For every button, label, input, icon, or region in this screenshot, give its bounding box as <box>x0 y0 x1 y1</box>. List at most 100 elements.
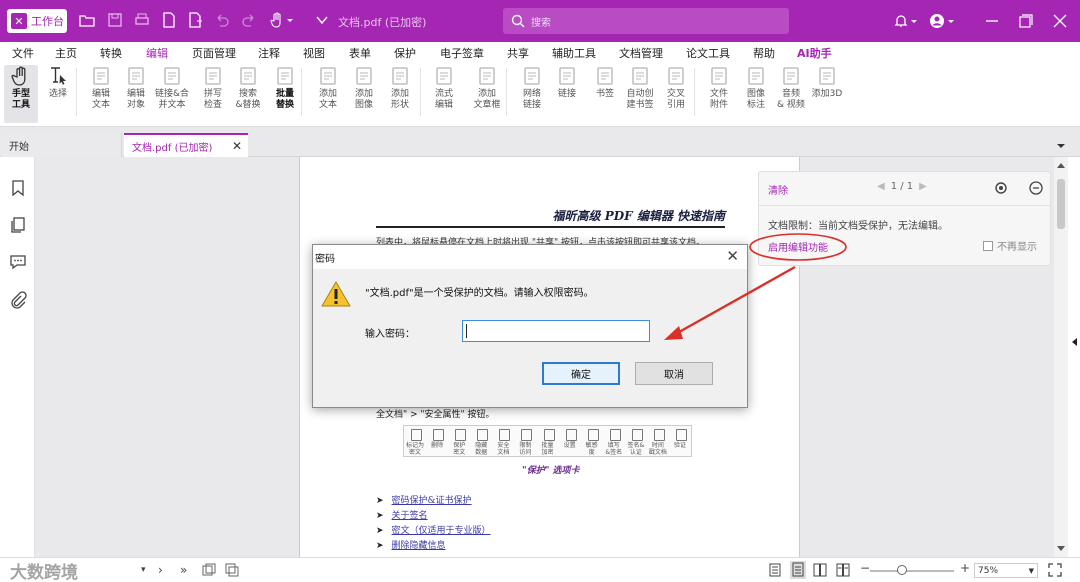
ribbon-button[interactable]: 书签 <box>589 65 621 100</box>
zoom-out-icon[interactable]: − <box>860 561 870 575</box>
ribbon-button[interactable]: 交叉 引用 <box>660 65 692 111</box>
ribbon-button[interactable]: 音频 & 视频 <box>775 65 807 111</box>
open-folder-icon[interactable] <box>78 11 96 29</box>
doc-link[interactable]: ➤ 关于签名 <box>376 508 428 521</box>
attachments-panel-icon[interactable] <box>9 291 27 309</box>
fullscreen-icon[interactable] <box>1048 563 1062 577</box>
collapse-icon[interactable] <box>1028 180 1044 196</box>
clear-button[interactable]: 清除 <box>768 182 788 197</box>
ribbon-button[interactable]: 添加3D <box>811 65 843 100</box>
menu-item[interactable]: 编辑 <box>146 45 168 65</box>
checkbox-box[interactable] <box>983 240 993 251</box>
dont-show-again-checkbox[interactable]: 不再显示 <box>983 238 1037 253</box>
menu-item[interactable]: AI助手 <box>797 45 832 61</box>
next-view-icon[interactable] <box>225 563 239 577</box>
menu-item[interactable]: 转换 <box>100 45 122 61</box>
redo-icon[interactable] <box>240 11 258 29</box>
zoom-in-icon[interactable]: + <box>960 561 970 575</box>
menu-item[interactable]: 帮助 <box>753 45 775 61</box>
ok-button[interactable]: 确定 <box>542 362 620 385</box>
scroll-up-icon[interactable] <box>1057 162 1065 168</box>
ribbon-button[interactable]: 自动创 建书签 <box>624 65 656 111</box>
tab-document[interactable]: 文档.pdf (已加密) ✕ <box>124 133 248 157</box>
ribbon-button[interactable]: 链接&合 并文本 <box>155 65 189 111</box>
menu-item[interactable]: 电子签章 <box>440 45 484 61</box>
hand-tool-icon[interactable] <box>268 11 286 29</box>
ribbon-button[interactable]: 选择 <box>42 65 74 100</box>
tab-start[interactable]: 开始 <box>1 133 122 157</box>
single-page-view-icon[interactable] <box>768 563 782 577</box>
pages-panel-icon[interactable] <box>9 216 27 234</box>
ribbon-button[interactable]: 流式 编辑 <box>428 65 460 111</box>
next-icon[interactable]: ▶ <box>919 181 927 192</box>
gear-icon[interactable] <box>993 180 1009 196</box>
ribbon-button[interactable]: 链接 <box>551 65 583 100</box>
ribbon-button[interactable]: 添加 形状 <box>384 65 416 111</box>
cancel-button[interactable]: 取消 <box>635 362 713 385</box>
restore-icon[interactable] <box>1015 10 1037 32</box>
zoom-select[interactable]: 75% ▼ <box>974 563 1038 578</box>
vertical-scrollbar[interactable] <box>1054 157 1068 557</box>
menu-item[interactable]: 主页 <box>55 45 77 61</box>
password-input[interactable] <box>462 320 650 342</box>
bell-menu-icon[interactable] <box>908 10 920 32</box>
menu-item[interactable]: 共享 <box>507 45 529 61</box>
close-window-icon[interactable] <box>1049 10 1071 32</box>
save-icon[interactable] <box>106 11 124 29</box>
doc-link[interactable]: ➤ 删除隐藏信息 <box>376 538 446 551</box>
menu-item[interactable]: 视图 <box>303 45 325 61</box>
chevron-down-icon[interactable] <box>285 11 295 29</box>
next-page-icon[interactable]: › <box>158 563 163 577</box>
menu-item[interactable]: 注释 <box>258 45 280 61</box>
ribbon-button[interactable]: 编辑 文本 <box>85 65 117 111</box>
search-placeholder: 搜索 <box>531 17 551 29</box>
menu-item[interactable]: 页面管理 <box>192 45 236 61</box>
ribbon-button[interactable]: 拼写 检查 <box>197 65 229 111</box>
zoom-slider-knob[interactable] <box>897 565 907 575</box>
menu-item[interactable]: 论文工具 <box>686 45 730 61</box>
close-dialog-icon[interactable]: ✕ <box>726 247 739 265</box>
tabs-menu-icon[interactable] <box>1056 140 1066 153</box>
ribbon-button[interactable]: 添加 文章框 <box>471 65 503 111</box>
ribbon-button[interactable]: 手型 工具 <box>4 65 38 123</box>
new-doc-icon[interactable] <box>160 11 178 29</box>
last-page-icon[interactable]: » <box>180 563 187 577</box>
ribbon-button[interactable]: 文件 附件 <box>703 65 735 111</box>
page-menu-icon[interactable]: ▾ <box>141 565 146 575</box>
two-page-continuous-icon[interactable] <box>836 563 850 577</box>
menu-item[interactable]: 文档管理 <box>619 45 663 61</box>
zoom-slider[interactable] <box>870 570 954 572</box>
menu-item[interactable]: 文件 <box>12 45 34 61</box>
workbench-button[interactable]: ✕ 工作台 <box>7 9 67 33</box>
comments-panel-icon[interactable] <box>9 253 27 271</box>
scroll-thumb[interactable] <box>1057 179 1065 229</box>
prev-view-icon[interactable] <box>202 563 216 577</box>
doc-link[interactable]: ➤ 密文（仅适用于专业版） <box>376 523 491 536</box>
menu-item[interactable]: 辅助工具 <box>552 45 596 61</box>
account-menu-icon[interactable] <box>945 10 957 32</box>
minimize-icon[interactable] <box>981 10 1003 32</box>
ribbon-button[interactable]: 编辑 对象 <box>120 65 152 111</box>
prev-icon[interactable]: ◀ <box>877 181 885 192</box>
menu-item[interactable]: 表单 <box>349 45 371 61</box>
doc-link[interactable]: ➤ 密码保护&证书保护 <box>376 493 472 506</box>
enable-editing-link[interactable]: 启用编辑功能 <box>768 239 828 254</box>
search-box[interactable]: 搜索 <box>503 8 789 34</box>
add-page-icon[interactable] <box>186 11 204 29</box>
ribbon-button[interactable]: 批量 替换 <box>269 65 301 111</box>
close-tab-icon[interactable]: ✕ <box>232 139 242 153</box>
ribbon-button[interactable]: 搜索 &替换 <box>232 65 264 111</box>
bookmark-panel-icon[interactable] <box>9 179 27 197</box>
ribbon-button[interactable]: 添加 文本 <box>312 65 344 111</box>
print-icon[interactable] <box>133 11 151 29</box>
undo-icon[interactable] <box>213 11 231 29</box>
scroll-down-icon[interactable] <box>1057 546 1065 552</box>
dropdown-icon[interactable] <box>313 11 331 29</box>
continuous-view-icon[interactable] <box>790 561 806 579</box>
ribbon-button[interactable]: 图像 标注 <box>740 65 772 111</box>
ribbon-button[interactable]: 添加 图像 <box>348 65 380 111</box>
two-page-view-icon[interactable] <box>813 563 827 577</box>
menu-item[interactable]: 保护 <box>394 45 416 61</box>
ribbon-button[interactable]: 网络 链接 <box>516 65 548 111</box>
expand-right-panel-icon[interactable] <box>1071 337 1078 347</box>
